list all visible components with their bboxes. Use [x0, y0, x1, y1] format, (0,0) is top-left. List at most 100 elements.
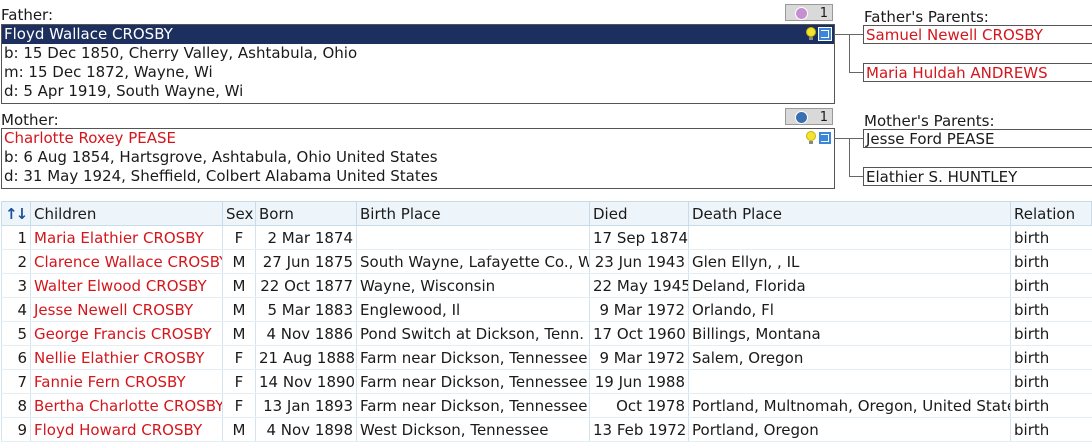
- child-birth-place: South Wayne, Lafayette Co., WI: [356, 249, 590, 274]
- father-death: d: 5 Apr 1919, South Wayne, Wi: [4, 82, 244, 100]
- child-name[interactable]: Walter Elwood CROSBY: [30, 273, 223, 298]
- child-born: 4 Nov 1886: [255, 321, 357, 346]
- column-header-sex[interactable]: Sex: [222, 201, 256, 226]
- table-row[interactable]: 1 Maria Elathier CROSBY F 2 Mar 1874 17 …: [1, 225, 1092, 250]
- child-death-place: Orlando, Fl: [688, 297, 1011, 322]
- row-number: 2: [1, 249, 31, 274]
- child-relation: birth: [1010, 345, 1092, 370]
- fathers-father-box[interactable]: Samuel Newell CROSBY: [863, 25, 1092, 44]
- father-name: Floyd Wallace CROSBY: [4, 25, 173, 43]
- child-death-place: Portland, Multnomah, Oregon, United Stat…: [688, 393, 1011, 418]
- row-number: 8: [1, 393, 31, 418]
- table-header-row: ↑↓ Children Sex Born Birth Place Died De…: [1, 201, 1092, 226]
- column-header-born[interactable]: Born: [255, 201, 357, 226]
- mother-spouse-count: 1: [819, 110, 828, 125]
- child-sex: M: [222, 273, 256, 298]
- table-row[interactable]: 6 Nellie Elathier CROSBY F 21 Aug 1888 F…: [1, 345, 1092, 370]
- family-tree-icon[interactable]: [818, 27, 832, 41]
- sort-arrows-icon: ↑↓: [5, 204, 28, 223]
- child-name[interactable]: Maria Elathier CROSBY: [30, 225, 223, 250]
- child-name[interactable]: Clarence Wallace CROSBY: [30, 249, 223, 274]
- fathers-mother-box[interactable]: Maria Huldah ANDREWS: [863, 63, 1092, 82]
- mothers-father-box[interactable]: Jesse Ford PEASE: [863, 129, 1092, 148]
- table-row[interactable]: 4 Jesse Newell CROSBY M 5 Mar 1883 Engle…: [1, 297, 1092, 322]
- column-header-death-place[interactable]: Death Place: [688, 201, 1011, 226]
- father-spouse-count-button[interactable]: 1: [785, 4, 833, 21]
- mother-name-row[interactable]: Charlotte Roxey PEASE: [2, 129, 834, 148]
- connector-line: [849, 138, 850, 177]
- child-death-place: Deland, Florida: [688, 273, 1011, 298]
- child-birth-place: Pond Switch at Dickson, Tenn.: [356, 321, 590, 346]
- row-number: 1: [1, 225, 31, 250]
- child-name[interactable]: Floyd Howard CROSBY: [30, 417, 223, 442]
- child-died: 13 Feb 1972: [589, 417, 689, 442]
- mother-label: Mother:: [1, 111, 59, 129]
- child-died: 19 Jun 1988: [589, 369, 689, 394]
- table-row[interactable]: 5 George Francis CROSBY M 4 Nov 1886 Pon…: [1, 321, 1092, 346]
- child-born: 14 Nov 1890: [255, 369, 357, 394]
- child-relation: birth: [1010, 225, 1092, 250]
- column-header-relation[interactable]: Relation: [1010, 201, 1092, 226]
- child-born: 4 Nov 1898: [255, 417, 357, 442]
- row-number: 6: [1, 345, 31, 370]
- child-name[interactable]: Nellie Elathier CROSBY: [30, 345, 223, 370]
- child-death-place: [688, 369, 1011, 394]
- child-name[interactable]: Jesse Newell CROSBY: [30, 297, 223, 322]
- table-row[interactable]: 3 Walter Elwood CROSBY M 22 Oct 1877 Way…: [1, 273, 1092, 298]
- child-born: 5 Mar 1883: [255, 297, 357, 322]
- child-born: 13 Jan 1893: [255, 393, 357, 418]
- child-sex: M: [222, 297, 256, 322]
- child-name[interactable]: George Francis CROSBY: [30, 321, 223, 346]
- column-header-birth-place[interactable]: Birth Place: [356, 201, 590, 226]
- child-born: 21 Aug 1888: [255, 345, 357, 370]
- child-sex: F: [222, 225, 256, 250]
- child-death-place: Glen Ellyn, , IL: [688, 249, 1011, 274]
- mother-box[interactable]: Charlotte Roxey PEASE b: 6 Aug 1854, Har…: [1, 128, 835, 189]
- child-death-place: [688, 225, 1011, 250]
- female-icon: [795, 7, 808, 20]
- row-number: 7: [1, 369, 31, 394]
- child-relation: birth: [1010, 369, 1092, 394]
- row-number: 5: [1, 321, 31, 346]
- child-death-place: Billings, Montana: [688, 321, 1011, 346]
- child-died: 22 May 1945: [589, 273, 689, 298]
- child-birth-place: [356, 225, 590, 250]
- fathers-parents-label: Father's Parents:: [864, 8, 989, 26]
- child-born: 2 Mar 1874: [255, 225, 357, 250]
- mothers-mother-box[interactable]: Elathier S. HUNTLEY: [863, 167, 1092, 186]
- child-death-place: Salem, Oregon: [688, 345, 1011, 370]
- child-birth-place: Farm near Dickson, Tennessee: [356, 393, 590, 418]
- mother-spouse-count-button[interactable]: 1: [785, 108, 833, 125]
- father-name-row[interactable]: Floyd Wallace CROSBY: [2, 25, 834, 44]
- child-birth-place: Wayne, Wisconsin: [356, 273, 590, 298]
- lightbulb-icon[interactable]: [806, 131, 816, 145]
- child-name[interactable]: Fannie Fern CROSBY: [30, 369, 223, 394]
- table-row[interactable]: 8 Bertha Charlotte CROSBY F 13 Jan 1893 …: [1, 393, 1092, 418]
- child-born: 22 Oct 1877: [255, 273, 357, 298]
- mother-name: Charlotte Roxey PEASE: [4, 129, 176, 147]
- column-header-children[interactable]: Children: [30, 201, 223, 226]
- family-tree-icon[interactable]: [818, 131, 832, 145]
- row-number: 3: [1, 273, 31, 298]
- child-relation: birth: [1010, 273, 1092, 298]
- child-died: 9 Mar 1972: [589, 345, 689, 370]
- column-header-died[interactable]: Died: [589, 201, 689, 226]
- child-sex: M: [222, 321, 256, 346]
- child-birth-place: Englewood, Il: [356, 297, 590, 322]
- table-row[interactable]: 2 Clarence Wallace CROSBY M 27 Jun 1875 …: [1, 249, 1092, 274]
- child-relation: birth: [1010, 297, 1092, 322]
- child-sex: F: [222, 369, 256, 394]
- child-relation: birth: [1010, 249, 1092, 274]
- child-death-place: Portland, Oregon: [688, 417, 1011, 442]
- child-birth-place: West Dickson, Tennessee: [356, 417, 590, 442]
- sort-order-button[interactable]: ↑↓: [1, 201, 31, 226]
- mothers-parents-label: Mother's Parents:: [864, 112, 995, 130]
- child-relation: birth: [1010, 321, 1092, 346]
- table-row[interactable]: 9 Floyd Howard CROSBY M 4 Nov 1898 West …: [1, 417, 1092, 442]
- table-row[interactable]: 7 Fannie Fern CROSBY F 14 Nov 1890 Farm …: [1, 369, 1092, 394]
- lightbulb-icon[interactable]: [806, 27, 816, 41]
- row-number: 4: [1, 297, 31, 322]
- father-box[interactable]: Floyd Wallace CROSBY b: 15 Dec 1850, Che…: [1, 24, 835, 104]
- connector-line: [849, 34, 850, 73]
- child-name[interactable]: Bertha Charlotte CROSBY: [30, 393, 223, 418]
